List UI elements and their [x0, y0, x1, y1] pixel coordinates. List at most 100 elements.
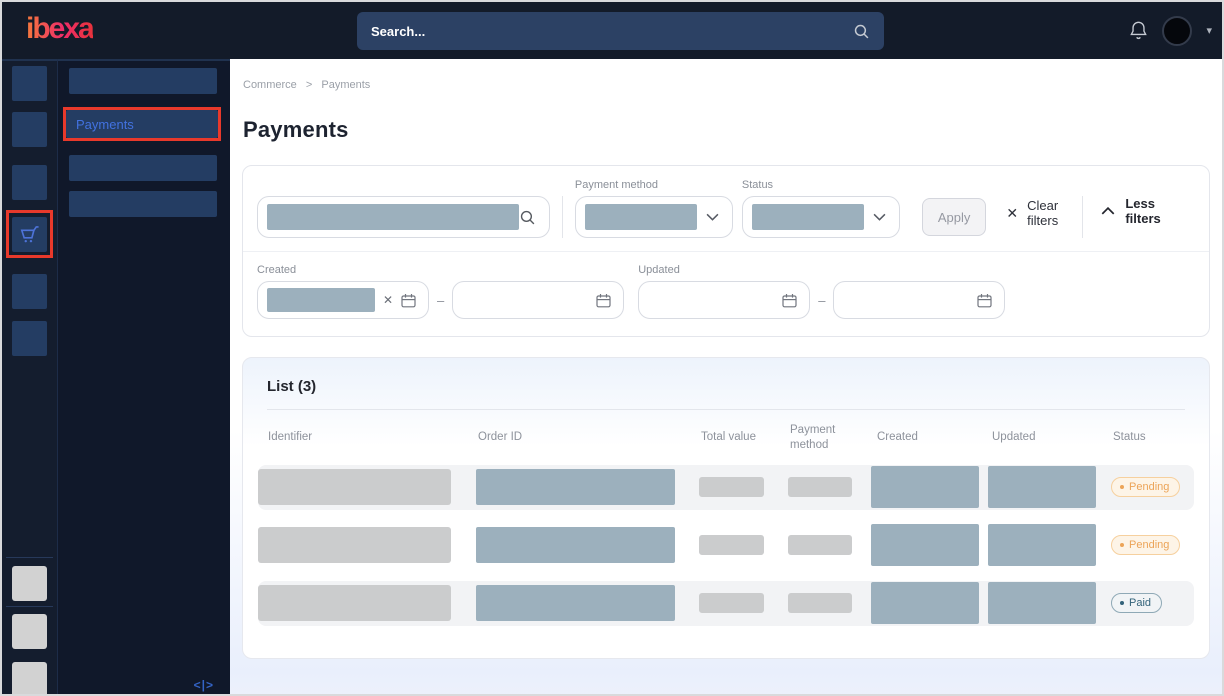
status-dot-icon	[1120, 543, 1124, 547]
sidebar-bottom-item-3[interactable]	[12, 662, 47, 696]
calendar-icon[interactable]	[596, 293, 611, 308]
clear-date-icon[interactable]: ✕	[383, 293, 393, 307]
redacted-identifier	[258, 585, 451, 621]
status-dot-icon	[1120, 601, 1124, 605]
calendar-icon[interactable]	[977, 293, 992, 308]
clear-filters-button[interactable]: ✕ Clear filters	[1006, 198, 1082, 228]
redacted-total-value	[699, 477, 764, 497]
table-row[interactable]: Pending	[258, 523, 1194, 568]
payment-method-label: Payment method	[575, 179, 733, 191]
secondary-menu: Payments <|>	[57, 59, 230, 696]
close-icon: ✕	[1006, 205, 1018, 222]
menu-item-3[interactable]	[69, 155, 217, 181]
filters-panel: Payment method Status	[242, 165, 1210, 337]
sidebar-separator	[6, 557, 53, 558]
user-menu-caret-icon[interactable]: ▾	[1206, 24, 1212, 37]
apply-button[interactable]: Apply	[922, 198, 987, 236]
notifications-bell-icon[interactable]	[1129, 20, 1148, 41]
status-badge: Paid	[1111, 593, 1162, 613]
divider	[1082, 196, 1083, 238]
redacted-payment-method	[788, 477, 852, 497]
column-header-identifier: Identifier	[258, 430, 476, 445]
payment-method-dropdown[interactable]	[575, 196, 733, 238]
sidebar-item-6[interactable]	[12, 321, 47, 356]
table-row[interactable]: Paid	[258, 581, 1194, 626]
redacted-identifier	[258, 527, 451, 563]
created-label: Created	[257, 264, 624, 276]
calendar-icon[interactable]	[401, 293, 416, 308]
global-search[interactable]	[357, 12, 884, 50]
updated-to-date-input[interactable]	[833, 281, 1005, 319]
date-range-separator: –	[437, 293, 444, 308]
redacted-order-id	[476, 585, 675, 621]
list-title: List (3)	[243, 358, 1209, 409]
sidebar-item-1[interactable]	[12, 66, 47, 101]
chevron-up-icon	[1101, 207, 1115, 215]
divider	[562, 196, 563, 238]
updated-label: Updated	[638, 264, 1005, 276]
status-badge: Pending	[1111, 477, 1180, 497]
less-filters-button[interactable]: Less filters	[1101, 196, 1179, 226]
breadcrumb-commerce[interactable]: Commerce	[243, 79, 297, 91]
status-label: Status	[742, 179, 900, 191]
shopping-cart-icon	[17, 222, 42, 247]
redacted-date-value	[267, 288, 375, 312]
chevron-down-icon	[706, 213, 719, 221]
redacted-dropdown-value	[585, 204, 697, 230]
sidebar-separator	[6, 606, 53, 607]
redacted-order-id	[476, 469, 675, 505]
sidebar-item-commerce[interactable]	[12, 217, 47, 252]
sidebar-item-3[interactable]	[12, 165, 47, 200]
redacted-updated	[988, 466, 1096, 508]
redacted-created	[871, 582, 979, 624]
menu-item-1[interactable]	[69, 68, 217, 94]
table-row[interactable]: Pending	[258, 465, 1194, 510]
status-dropdown[interactable]	[742, 196, 900, 238]
column-header-created: Created	[871, 430, 988, 445]
main-sidebar-rail	[2, 59, 57, 696]
column-header-total-value: Total value	[699, 430, 788, 445]
status-badge: Pending	[1111, 535, 1180, 555]
page-title: Payments	[243, 117, 1222, 143]
sidebar-bottom-item-2[interactable]	[12, 614, 47, 649]
redacted-order-id	[476, 527, 675, 563]
sidebar-item-5[interactable]	[12, 274, 47, 309]
redacted-updated	[988, 582, 1096, 624]
sidebar-bottom-item-1[interactable]	[12, 566, 47, 601]
redacted-payment-method	[788, 535, 852, 555]
redacted-identifier	[258, 469, 451, 505]
created-to-date-input[interactable]	[452, 281, 624, 319]
date-range-separator: –	[818, 293, 825, 308]
column-header-status: Status	[1111, 430, 1194, 445]
redacted-total-value	[699, 535, 764, 555]
user-avatar[interactable]	[1162, 16, 1192, 46]
table-header-row: Identifier Order ID Total value Payment …	[258, 410, 1194, 465]
redacted-dropdown-value	[752, 204, 864, 230]
filter-search-input[interactable]	[257, 196, 550, 238]
redacted-created	[871, 466, 979, 508]
global-search-input[interactable]	[371, 24, 853, 39]
column-header-payment-method: Payment method	[788, 423, 871, 453]
collapse-sidebar-icon[interactable]: <|>	[194, 678, 214, 692]
payments-list-panel: List (3) Identifier Order ID Total value…	[242, 357, 1210, 659]
chevron-down-icon	[873, 213, 886, 221]
menu-item-payments-label: Payments	[76, 117, 134, 132]
calendar-icon[interactable]	[782, 293, 797, 308]
redacted-updated	[988, 524, 1096, 566]
main-content: Commerce > Payments Payments Payment met…	[230, 59, 1222, 696]
less-filters-label: Less filters	[1125, 196, 1179, 226]
menu-item-payments[interactable]: Payments	[66, 110, 218, 138]
breadcrumb-separator: >	[306, 79, 312, 91]
sidebar-item-2[interactable]	[12, 112, 47, 147]
created-from-date-input[interactable]: ✕	[257, 281, 429, 319]
status-dot-icon	[1120, 485, 1124, 489]
app-window: ibexa ▾	[0, 0, 1224, 696]
breadcrumb-payments[interactable]: Payments	[321, 79, 370, 91]
redacted-payment-method	[788, 593, 852, 613]
search-icon[interactable]	[519, 209, 536, 226]
updated-from-date-input[interactable]	[638, 281, 810, 319]
clear-filters-label: Clear filters	[1027, 198, 1082, 228]
menu-item-4[interactable]	[69, 191, 217, 217]
search-icon[interactable]	[853, 23, 870, 40]
top-bar: ibexa ▾	[2, 2, 1222, 59]
